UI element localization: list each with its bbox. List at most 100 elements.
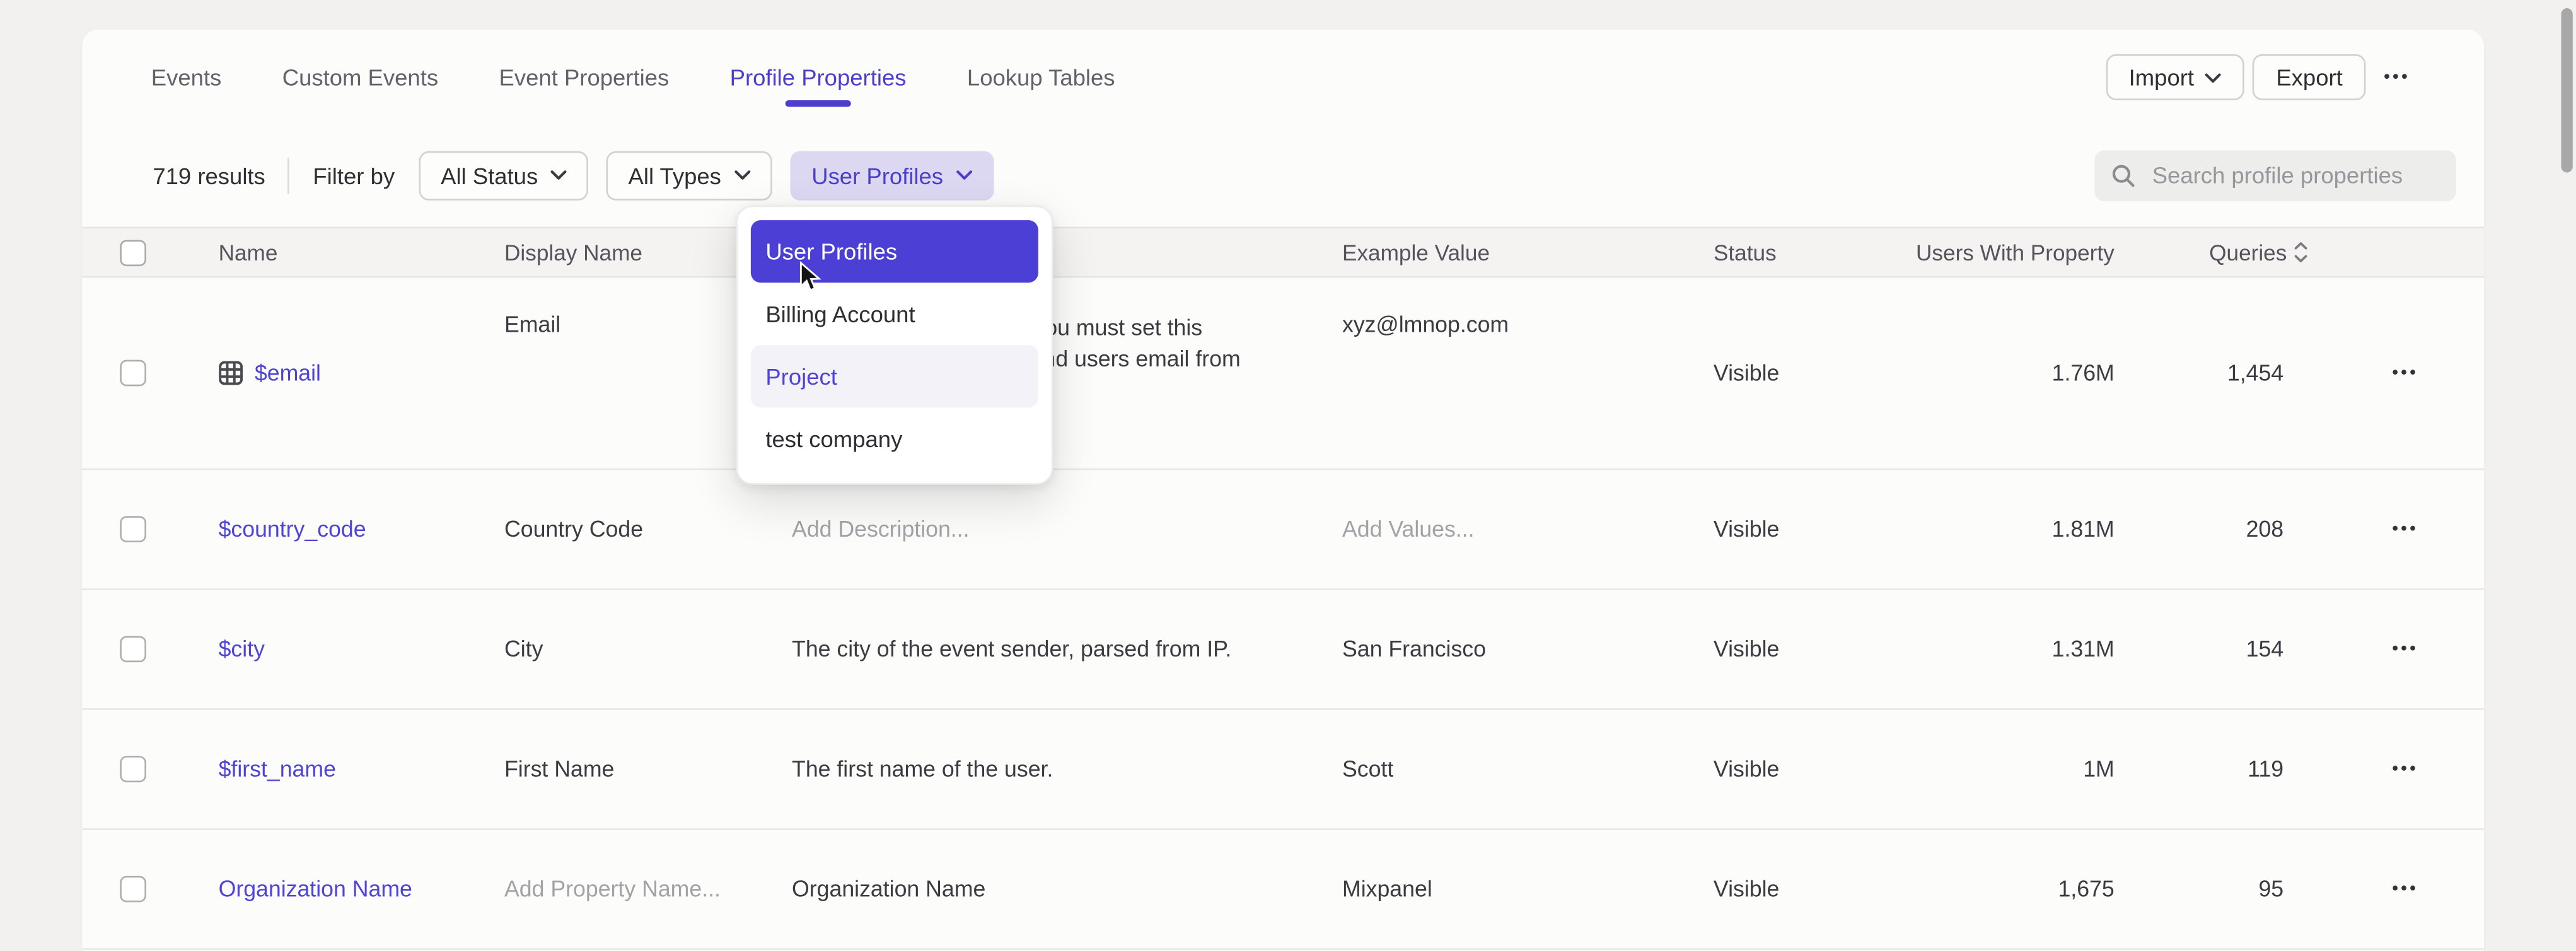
property-name-link[interactable]: $city <box>219 637 265 662</box>
description-cell[interactable]: The city of the event sender, parsed fro… <box>792 637 1331 662</box>
users-with-property-cell: 1M <box>1807 757 2114 781</box>
status-cell[interactable]: Visible <box>1714 757 1779 781</box>
table-row: $city City The city of the event sender,… <box>82 590 2484 710</box>
column-header-queries-sort[interactable]: Queries <box>2136 240 2309 264</box>
status-cell[interactable]: Visible <box>1714 877 1779 901</box>
property-name-cell: $email <box>219 361 321 385</box>
dropdown-item-user-profiles[interactable]: User Profiles <box>751 220 1038 283</box>
filter-by-label: Filter by <box>313 162 395 189</box>
row-menu-button[interactable]: ••• <box>2379 639 2431 659</box>
column-header-example-value: Example Value <box>1342 240 1695 264</box>
row-checkbox[interactable] <box>120 516 146 542</box>
property-name-link[interactable]: $email <box>255 361 321 385</box>
column-header-users-with-property: Users With Property <box>1807 240 2114 264</box>
users-with-property-cell: 1,675 <box>1807 877 2114 901</box>
queries-cell: 208 <box>2136 517 2284 542</box>
table-row: $country_code Country Code Add Descripti… <box>82 470 2484 590</box>
more-actions-button[interactable]: ••• <box>2374 67 2420 87</box>
chevron-down-icon <box>551 169 567 180</box>
users-with-property-cell: 1.76M <box>1807 361 2114 385</box>
display-name-cell[interactable]: Add Property Name... <box>504 877 780 901</box>
property-name-link[interactable]: Organization Name <box>219 877 412 901</box>
import-button[interactable]: Import <box>2106 54 2245 100</box>
tab-custom-events[interactable]: Custom Events <box>282 30 438 124</box>
display-name-cell[interactable]: First Name <box>504 757 780 781</box>
dropdown-item-test-company[interactable]: test company <box>751 407 1038 470</box>
tab-events[interactable]: Events <box>151 30 222 124</box>
status-cell[interactable]: Visible <box>1714 637 1779 662</box>
users-with-property-cell: 1.81M <box>1807 517 2114 542</box>
property-name-cell: $country_code <box>219 517 366 542</box>
row-menu-button[interactable]: ••• <box>2379 519 2431 539</box>
example-value-cell[interactable]: Scott <box>1342 757 1695 781</box>
row-menu-button[interactable]: ••• <box>2379 879 2431 899</box>
chevron-down-icon <box>734 169 751 180</box>
chevron-down-icon <box>956 169 973 180</box>
example-value-cell[interactable]: Add Values... <box>1342 517 1695 542</box>
display-name-cell[interactable]: Country Code <box>504 517 780 542</box>
example-value-cell[interactable]: xyz@lmnop.com <box>1342 312 1695 337</box>
vertical-scrollbar[interactable] <box>2561 8 2573 173</box>
row-checkbox[interactable] <box>120 876 146 902</box>
description-cell[interactable]: Organization Name <box>792 877 1331 901</box>
page: Events Custom Events Event Properties Pr… <box>0 0 2576 951</box>
export-button-label: Export <box>2276 64 2342 91</box>
header-actions: Import Export ••• <box>2106 54 2420 100</box>
queries-cell: 95 <box>2136 877 2284 901</box>
divider <box>288 157 290 193</box>
status-cell[interactable]: Visible <box>1714 361 1779 385</box>
property-name-cell: $city <box>219 637 265 662</box>
profile-type-filter-dropdown[interactable]: User Profiles <box>790 150 994 199</box>
search-box <box>2094 149 2456 201</box>
column-header-status: Status <box>1714 240 1777 264</box>
chevron-down-icon <box>2205 71 2222 83</box>
table-grid-icon <box>219 361 243 385</box>
table-header-row: Name Display Name Description Example Va… <box>82 227 2484 278</box>
filter-bar: 719 results Filter by All Status All Typ… <box>82 123 2484 226</box>
tab-event-properties[interactable]: Event Properties <box>499 30 670 124</box>
mouse-cursor-icon <box>798 261 825 294</box>
status-filter-dropdown[interactable]: All Status <box>419 150 589 199</box>
dropdown-item-billing-account[interactable]: Billing Account <box>751 283 1038 345</box>
search-input[interactable] <box>2149 160 2441 190</box>
table-row: Organization Name Add Property Name... O… <box>82 830 2484 950</box>
status-cell[interactable]: Visible <box>1714 517 1779 542</box>
type-filter-dropdown[interactable]: All Types <box>607 150 772 199</box>
description-cell[interactable]: Add Description... <box>792 517 1331 542</box>
users-with-property-cell: 1.31M <box>1807 637 2114 662</box>
table-row: $first_name First Name The first name of… <box>82 710 2484 830</box>
example-value-cell[interactable]: Mixpanel <box>1342 877 1695 901</box>
row-checkbox[interactable] <box>120 360 146 387</box>
row-checkbox[interactable] <box>120 756 146 783</box>
search-icon <box>2111 163 2136 187</box>
import-button-label: Import <box>2129 64 2194 91</box>
description-cell[interactable]: The first name of the user. <box>792 757 1331 781</box>
property-name-cell: Organization Name <box>219 877 412 901</box>
content-card: Events Custom Events Event Properties Pr… <box>82 30 2484 951</box>
display-name-cell[interactable]: City <box>504 637 780 662</box>
tab-lookup-tables[interactable]: Lookup Tables <box>967 30 1115 124</box>
column-header-queries-label: Queries <box>2209 240 2287 264</box>
row-checkbox[interactable] <box>120 636 146 662</box>
tab-profile-properties[interactable]: Profile Properties <box>730 30 907 124</box>
export-button[interactable]: Export <box>2253 54 2365 100</box>
sort-arrows-icon <box>2294 241 2308 264</box>
dropdown-item-project[interactable]: Project <box>751 345 1038 407</box>
queries-cell: 154 <box>2136 637 2284 662</box>
select-all-checkbox[interactable] <box>120 239 146 265</box>
profile-type-filter-label: User Profiles <box>811 162 943 189</box>
table-row: $email Email This is the user's email. Y… <box>82 277 2484 470</box>
example-value-cell[interactable]: San Francisco <box>1342 637 1695 662</box>
status-filter-label: All Status <box>441 162 538 189</box>
profile-type-dropdown-menu: User Profiles Billing Account Project te… <box>736 206 1053 485</box>
type-filter-label: All Types <box>629 162 721 189</box>
property-name-cell: $first_name <box>219 757 336 781</box>
property-name-link[interactable]: $country_code <box>219 517 366 542</box>
property-name-link[interactable]: $first_name <box>219 757 336 781</box>
row-menu-button[interactable]: ••• <box>2379 363 2431 383</box>
queries-cell: 1,454 <box>2136 361 2284 385</box>
results-count: 719 results <box>153 162 265 189</box>
queries-cell: 119 <box>2136 757 2284 781</box>
column-header-name: Name <box>219 240 278 264</box>
row-menu-button[interactable]: ••• <box>2379 759 2431 779</box>
